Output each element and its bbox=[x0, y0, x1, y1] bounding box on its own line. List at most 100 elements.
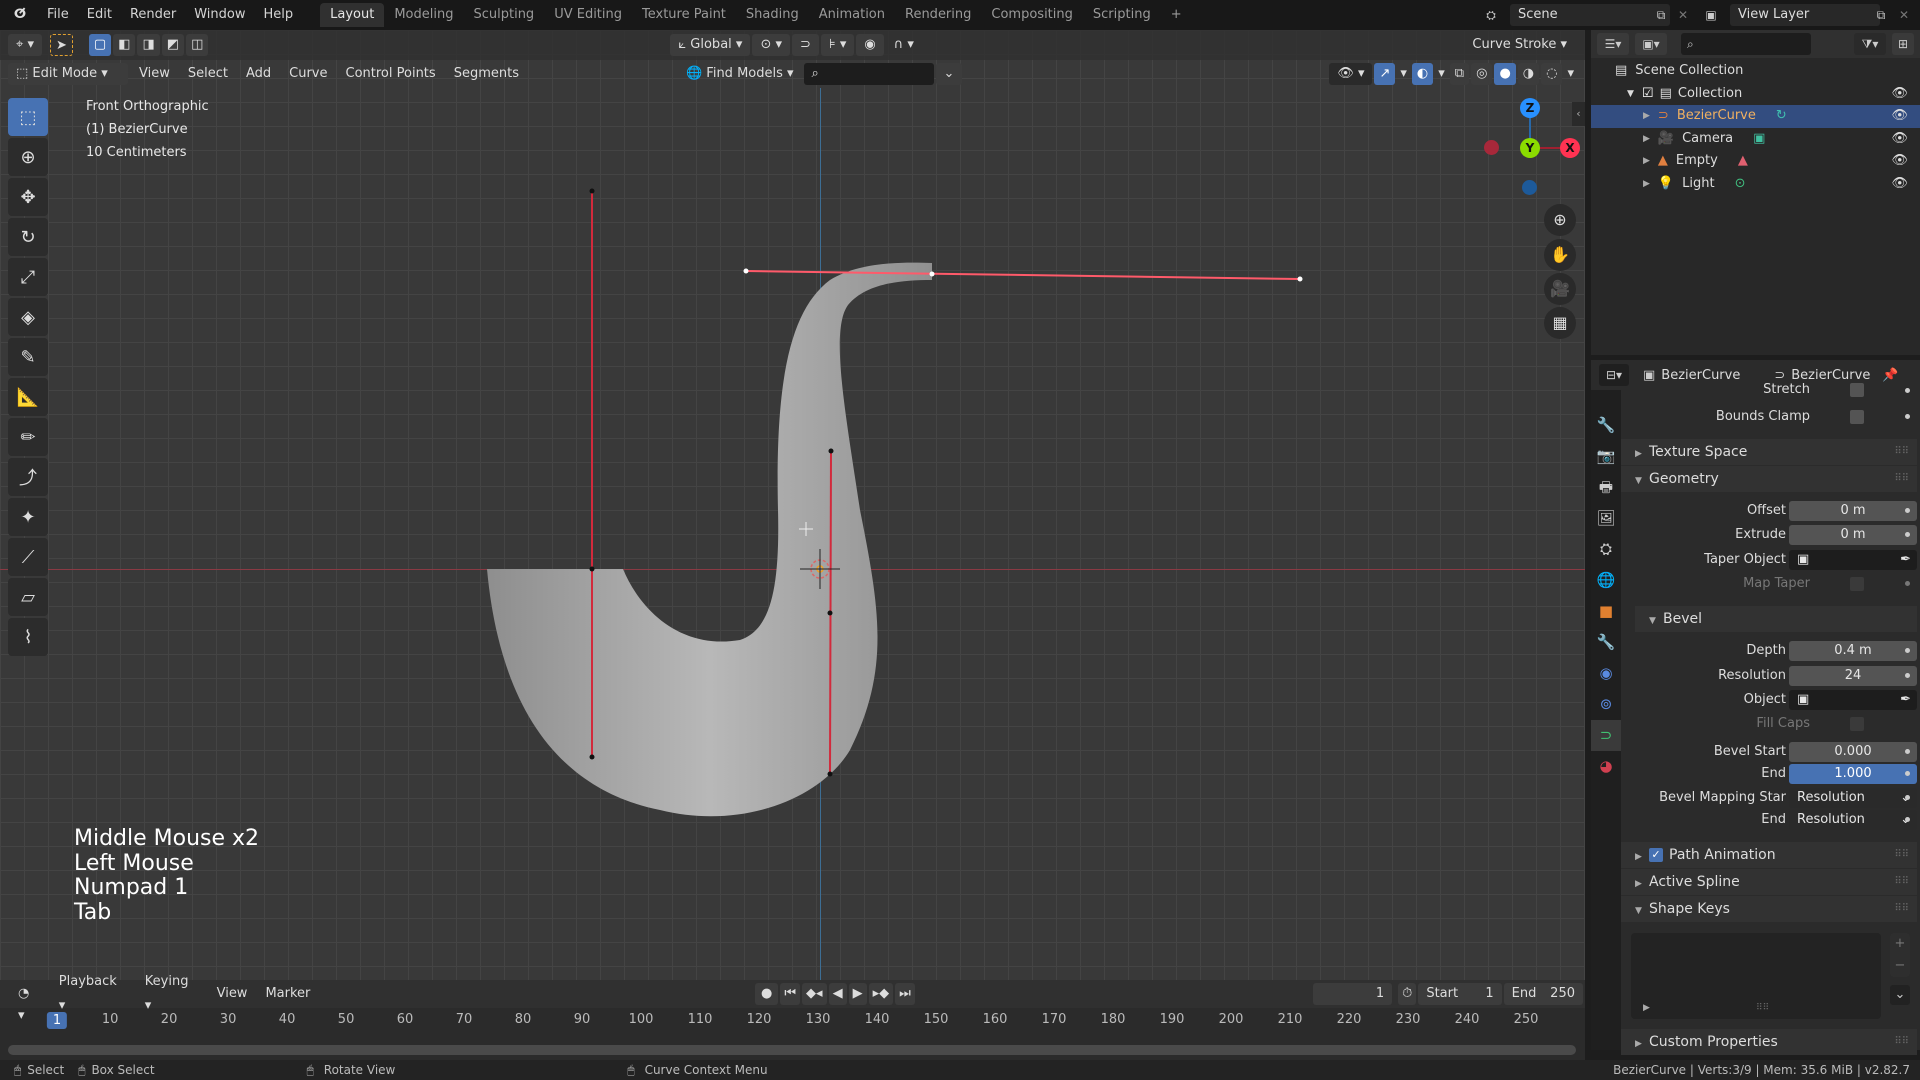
section-shape-keys[interactable]: ▼ Shape Keys ⠿⠿ bbox=[1621, 896, 1917, 922]
3d-viewport[interactable]: ⌖ ▾ ➤ ▢ ◧ ◨ ◩ ◫ ⟀ Global ▾ ⊙ ▾ ⊃ ⊧ ▾ ◉ ∩… bbox=[0, 30, 1585, 980]
tool-extrude-icon[interactable]: ⤴ bbox=[8, 458, 48, 496]
tool-rotate-icon[interactable]: ↻ bbox=[8, 218, 48, 256]
keyframe-dot[interactable] bbox=[1905, 648, 1910, 653]
tab-tool-icon[interactable]: 🔧 bbox=[1591, 410, 1621, 441]
bounds-clamp-checkbox[interactable] bbox=[1850, 410, 1864, 424]
handle-point[interactable] bbox=[589, 754, 595, 760]
tab-render-icon[interactable]: 📷 bbox=[1591, 441, 1621, 472]
tool-radius-icon[interactable]: ✦ bbox=[8, 498, 48, 536]
tab-object-icon[interactable]: ■ bbox=[1591, 596, 1621, 627]
eyedropper-icon[interactable]: ✒ bbox=[1900, 550, 1911, 570]
eyedropper-icon[interactable]: ✒ bbox=[1900, 690, 1911, 710]
handle-point-selected[interactable] bbox=[743, 268, 749, 274]
drag-grip-icon[interactable]: ⠿⠿ bbox=[1894, 439, 1909, 465]
tool-annotate-icon[interactable]: ✎ bbox=[8, 338, 48, 376]
shape-key-specials-icon[interactable]: ⌄ bbox=[1890, 985, 1910, 1005]
depth-field[interactable]: 0.4 m bbox=[1789, 641, 1917, 661]
path-animation-checkbox[interactable]: ✓ bbox=[1649, 848, 1663, 862]
taper-object-field[interactable]: ▣ ✒ bbox=[1789, 550, 1917, 570]
current-frame-field[interactable]: 1 bbox=[1312, 983, 1393, 1005]
tool-transform-icon[interactable]: ◈ bbox=[8, 298, 48, 336]
keyframe-dot[interactable] bbox=[1905, 388, 1910, 393]
checkbox-icon[interactable]: ☑ bbox=[1642, 83, 1654, 106]
drag-grip-icon[interactable]: ⠿⠿ bbox=[1894, 896, 1909, 922]
outliner-item-beziercurve[interactable]: ▶ ⊃ BezierCurve ↻ 👁 bbox=[1591, 105, 1920, 128]
scene-selector-icon[interactable]: ⛭ bbox=[1480, 4, 1502, 26]
display-mode-dropdown[interactable]: ☰▾ bbox=[1597, 33, 1629, 55]
expand-icon[interactable]: ▶ bbox=[1643, 105, 1650, 128]
tab-sculpting[interactable]: Sculpting bbox=[463, 3, 544, 27]
expand-list-icon[interactable]: ▶ bbox=[1643, 1003, 1650, 1013]
new-view-layer-icon[interactable]: ⧉ bbox=[1870, 4, 1892, 26]
tab-material-icon[interactable]: ◕ bbox=[1591, 751, 1621, 782]
view-layer-icon[interactable]: ▣ bbox=[1700, 4, 1722, 26]
visibility-eye-icon[interactable]: 👁 bbox=[1891, 150, 1908, 173]
start-frame-field[interactable]: Start 1 bbox=[1418, 983, 1502, 1005]
tab-texture-paint[interactable]: Texture Paint bbox=[632, 3, 736, 27]
pan-view-icon[interactable]: ✋ bbox=[1544, 239, 1576, 271]
tool-randomize-icon[interactable]: ▱ bbox=[8, 578, 48, 616]
section-active-spline[interactable]: ▶ Active Spline ⠿⠿ bbox=[1621, 869, 1917, 895]
visibility-eye-icon[interactable]: 👁 bbox=[1891, 173, 1908, 196]
delete-scene-icon[interactable]: ✕ bbox=[1672, 4, 1694, 26]
current-frame-marker[interactable]: 1 bbox=[46, 1012, 68, 1029]
filter-dropdown[interactable]: ⧩▾ bbox=[1854, 33, 1886, 55]
tool-measure-icon[interactable]: 📐 bbox=[8, 378, 48, 416]
fill-caps-checkbox[interactable] bbox=[1850, 717, 1864, 731]
stopwatch-icon[interactable]: ⏱ bbox=[1398, 983, 1417, 1005]
section-path-animation[interactable]: ▶ ✓ Path Animation ⠿⠿ bbox=[1621, 842, 1917, 868]
bevel-end-field[interactable]: 1.000 bbox=[1789, 764, 1917, 784]
jump-start-icon[interactable]: ⏮ bbox=[780, 983, 801, 1005]
tool-draw-icon[interactable]: ✏ bbox=[8, 418, 48, 456]
visibility-eye-icon[interactable]: 👁 bbox=[1891, 128, 1908, 151]
expand-icon[interactable]: ▼ bbox=[1627, 83, 1634, 106]
outliner-item-empty[interactable]: ▶ ▲ Empty ▲ 👁 bbox=[1591, 150, 1920, 173]
keyframe-dot[interactable] bbox=[1905, 414, 1910, 419]
context-object-name[interactable]: BezierCurve bbox=[1661, 368, 1740, 383]
tool-move-icon[interactable]: ✥ bbox=[8, 178, 48, 216]
tab-animation[interactable]: Animation bbox=[809, 3, 895, 27]
tab-view-layer-icon[interactable]: 🖼 bbox=[1591, 503, 1621, 534]
outliner-item-camera[interactable]: ▶ 🎥 Camera ▣ 👁 bbox=[1591, 128, 1920, 151]
gizmo-neg-z-axis[interactable] bbox=[1522, 180, 1537, 195]
menu-help[interactable]: Help bbox=[255, 0, 303, 30]
handle-point-selected[interactable] bbox=[1297, 276, 1303, 282]
drag-grip-icon[interactable]: ⠿⠿ bbox=[1894, 466, 1909, 492]
drag-grip-icon[interactable]: ⠿⠿ bbox=[1894, 1029, 1909, 1055]
end-frame-field[interactable]: End 250 bbox=[1503, 983, 1583, 1005]
menu-render[interactable]: Render bbox=[121, 0, 185, 30]
tool-scale-icon[interactable]: ⤢ bbox=[8, 258, 48, 296]
menu-window[interactable]: Window bbox=[185, 0, 254, 30]
section-bevel[interactable]: ▼ Bevel bbox=[1635, 606, 1917, 632]
gizmo-x-axis[interactable]: X bbox=[1560, 138, 1580, 158]
tab-scripting[interactable]: Scripting bbox=[1083, 3, 1161, 27]
gizmo-y-axis[interactable]: Y bbox=[1520, 138, 1540, 158]
resolution-field[interactable]: 24 bbox=[1789, 666, 1917, 686]
tab-compositing[interactable]: Compositing bbox=[981, 3, 1083, 27]
timeline-scrollbar[interactable] bbox=[8, 1045, 1576, 1055]
bevel-start-field[interactable]: 0.000 bbox=[1789, 742, 1917, 762]
zoom-view-icon[interactable]: ⊕ bbox=[1544, 204, 1576, 236]
bevel-mapping-end-dropdown[interactable]: Resolution⌄ bbox=[1789, 810, 1917, 830]
keyframe-dot[interactable] bbox=[1905, 508, 1910, 513]
keyframe-dot[interactable] bbox=[1905, 532, 1910, 537]
add-workspace-button[interactable]: + bbox=[1161, 3, 1192, 27]
keyframe-dot[interactable] bbox=[1905, 771, 1910, 776]
handle-top[interactable] bbox=[745, 270, 1301, 280]
play-reverse-icon[interactable]: ◀ bbox=[828, 983, 847, 1005]
section-custom-properties[interactable]: ▶ Custom Properties ⠿⠿ bbox=[1621, 1029, 1917, 1055]
expand-icon[interactable]: ▶ bbox=[1643, 128, 1650, 151]
drag-grip-icon[interactable]: ⠿⠿ bbox=[1894, 869, 1909, 895]
handle-point-selected[interactable] bbox=[929, 271, 935, 277]
toggle-ortho-icon[interactable]: ▦ bbox=[1544, 307, 1576, 339]
tool-select-box-icon[interactable]: ⬚ bbox=[8, 98, 48, 136]
keyframe-dot[interactable] bbox=[1905, 817, 1910, 822]
handle-point[interactable] bbox=[589, 566, 595, 572]
new-scene-icon[interactable]: ⧉ bbox=[1650, 4, 1672, 26]
menu-file[interactable]: File bbox=[38, 0, 78, 30]
handle-point[interactable] bbox=[827, 610, 833, 616]
resize-grip-icon[interactable]: ⠿⠿ bbox=[1756, 1003, 1769, 1013]
keyframe-dot[interactable] bbox=[1905, 795, 1910, 800]
prev-keyframe-icon[interactable]: ◆◂ bbox=[802, 983, 827, 1005]
tool-tilt-icon[interactable]: ⟋ bbox=[8, 538, 48, 576]
